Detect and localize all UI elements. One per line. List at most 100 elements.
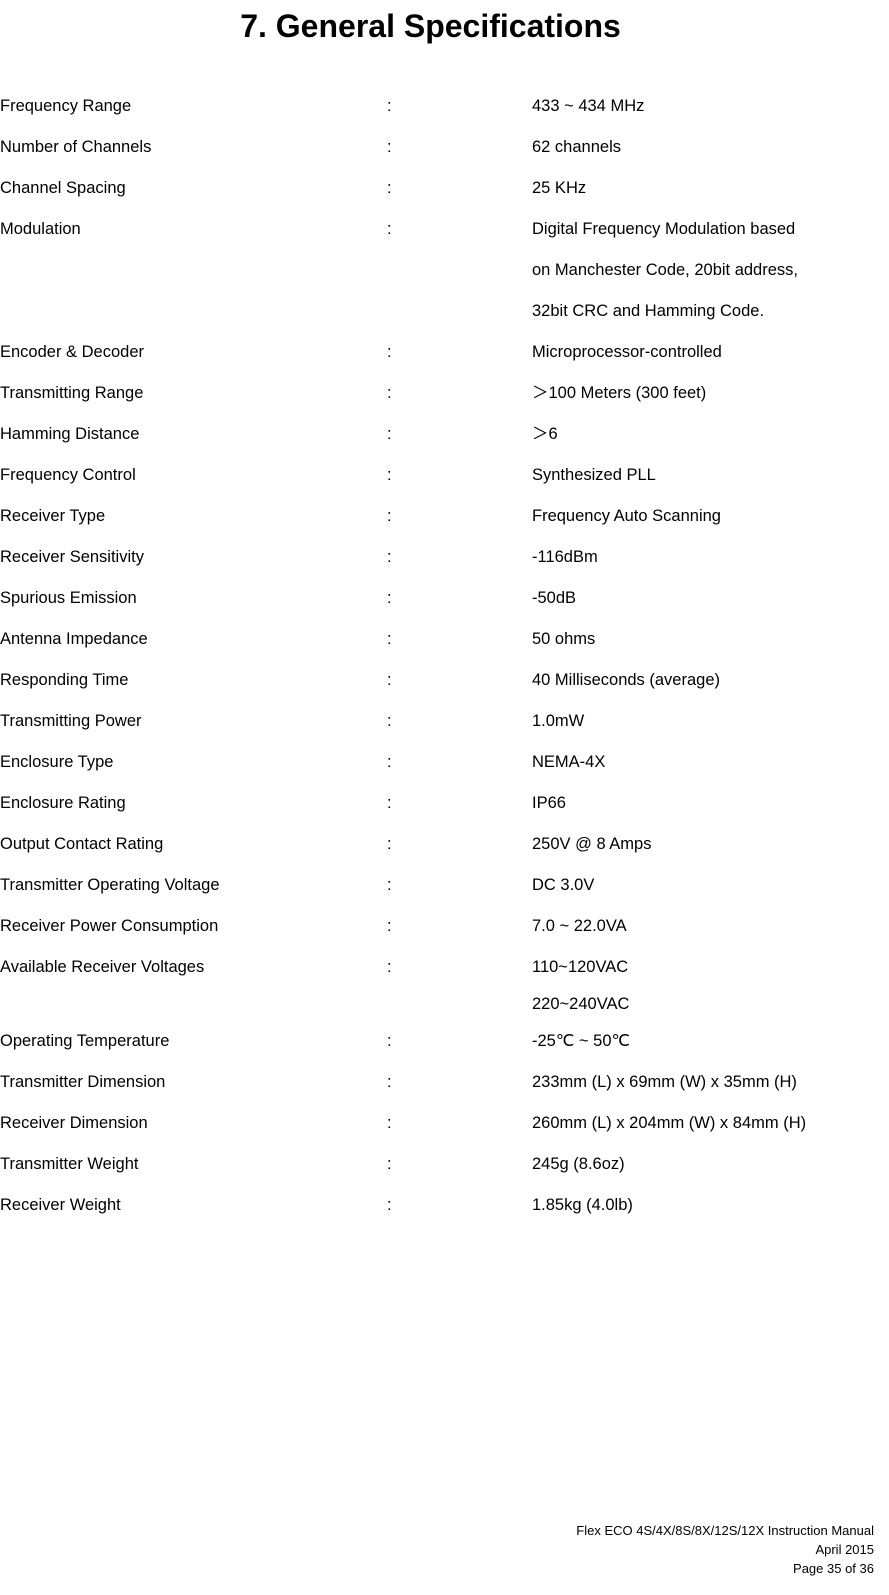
spec-label: Transmitting Power <box>0 712 142 730</box>
spec-separator: : <box>387 917 392 935</box>
spec-value: 7.0 ~ 22.0VA <box>532 906 889 947</box>
spec-label: Enclosure Rating <box>0 794 126 812</box>
spec-value: Synthesized PLL <box>532 455 889 496</box>
spec-value: IP66 <box>532 783 889 824</box>
spec-label: Receiver Dimension <box>0 1114 148 1132</box>
footer-date: April 2015 <box>815 1542 874 1557</box>
spec-value-line: Synthesized PLL <box>532 466 656 484</box>
spec-value-line: 50 ohms <box>532 630 596 648</box>
spec-row: Enclosure Type: NEMA-4X <box>0 742 889 783</box>
spec-value: 433 ~ 434 MHz <box>532 86 889 127</box>
spec-label: Receiver Type <box>0 507 106 525</box>
spec-separator: : <box>387 835 392 853</box>
spec-separator: : <box>387 1155 392 1173</box>
spec-value-line: 260mm (L) x 204mm (W) x 84mm (H) <box>532 1114 807 1132</box>
spec-value-line: 1.0mW <box>532 712 585 730</box>
spec-separator: : <box>387 876 392 894</box>
spec-row: Operating Temperature: -25℃ ~ 50℃ <box>0 1021 889 1062</box>
spec-value: 1.85kg (4.0lb) <box>532 1185 889 1226</box>
spec-separator: : <box>387 138 392 156</box>
spec-value: 50 ohms <box>532 619 889 660</box>
spec-value-line: -25℃ ~ 50℃ <box>532 1032 631 1050</box>
page-title: 7. General Specifications <box>240 8 621 44</box>
footer-page-number: Page 35 of 36 <box>793 1561 874 1576</box>
spec-value-line: 32bit CRC and Hamming Code. <box>532 302 765 320</box>
spec-value-line: 40 Milliseconds (average) <box>532 671 721 689</box>
spec-value: 250V @ 8 Amps <box>532 824 889 865</box>
spec-value: 40 Milliseconds (average) <box>532 660 889 701</box>
spec-value-line: 250V @ 8 Amps <box>532 835 652 853</box>
spec-separator: : <box>387 97 392 115</box>
spec-label: Frequency Control <box>0 466 136 484</box>
spec-value-line: IP66 <box>532 794 566 812</box>
spec-separator: : <box>387 179 392 197</box>
spec-value-line: 7.0 ~ 22.0VA <box>532 917 627 935</box>
spec-label: Encoder & Decoder <box>0 343 144 361</box>
spec-value-line: 433 ~ 434 MHz <box>532 97 645 115</box>
spec-label: Transmitter Dimension <box>0 1073 166 1091</box>
spec-separator: : <box>387 384 392 402</box>
spec-row: Available Receiver Voltages: 110~120VAC 22… <box>0 947 889 1021</box>
spec-value-line: 233mm (L) x 69mm (W) x 35mm (H) <box>532 1073 797 1091</box>
spec-separator: : <box>387 1196 392 1214</box>
spec-label: Enclosure Type <box>0 753 114 771</box>
spec-value-line: 110~120VAC <box>532 958 629 976</box>
spec-value-line: ＞6 <box>532 425 558 443</box>
spec-value: ＞6 <box>532 414 889 455</box>
spec-value: NEMA-4X <box>532 742 889 783</box>
spec-separator: : <box>387 220 392 238</box>
spec-value: 1.0mW <box>532 701 889 742</box>
spec-value-line: 220~240VAC <box>532 995 630 1013</box>
spec-separator: : <box>387 1073 392 1091</box>
spec-row: Receiver Weight: 1.85kg (4.0lb) <box>0 1185 889 1226</box>
spec-value: Frequency Auto Scanning <box>532 496 889 537</box>
spec-separator: : <box>387 343 392 361</box>
spec-label: Transmitting Range <box>0 384 144 402</box>
spec-row: Number of Channels: 62 channels <box>0 127 889 168</box>
spec-value: 62 channels <box>532 127 889 168</box>
spec-label: Responding Time <box>0 671 129 689</box>
spec-row: Enclosure Rating: IP66 <box>0 783 889 824</box>
spec-separator: : <box>387 958 392 976</box>
spec-value-line: DC 3.0V <box>532 876 595 894</box>
spec-label: Receiver Weight <box>0 1196 121 1214</box>
spec-value-line: NEMA-4X <box>532 753 606 771</box>
spec-separator: : <box>387 548 392 566</box>
spec-row: Frequency Range: 433 ~ 434 MHz <box>0 86 889 127</box>
spec-label: Operating Temperature <box>0 1032 170 1050</box>
spec-label: Antenna Impedance <box>0 630 148 648</box>
spec-separator: : <box>387 630 392 648</box>
spec-row: Encoder & Decoder: Microprocessor-control… <box>0 332 889 373</box>
spec-value-line: on Manchester Code, 20bit address, <box>532 261 798 279</box>
spec-label: Receiver Power Consumption <box>0 917 219 935</box>
spec-separator: : <box>387 466 392 484</box>
spec-separator: : <box>387 1114 392 1132</box>
spec-label: Channel Spacing <box>0 179 126 197</box>
spec-row: Frequency Control: Synthesized PLL <box>0 455 889 496</box>
spec-separator: : <box>387 753 392 771</box>
spec-separator: : <box>387 794 392 812</box>
spec-row: Responding Time: 40 Milliseconds (average… <box>0 660 889 701</box>
spec-separator: : <box>387 507 392 525</box>
spec-value: 260mm (L) x 204mm (W) x 84mm (H) <box>532 1103 889 1144</box>
spec-row: Receiver Dimension: 260mm (L) x 204mm (W)… <box>0 1103 889 1144</box>
spec-value: Microprocessor-controlled <box>532 332 889 373</box>
spec-value-line: -50dB <box>532 589 577 607</box>
spec-row: Spurious Emission: -50dB <box>0 578 889 619</box>
spec-row: Hamming Distance: ＞6 <box>0 414 889 455</box>
spec-label: Transmitter Weight <box>0 1155 139 1173</box>
document-page: 7. General Specifications Frequency Rang… <box>0 0 889 1595</box>
spec-row: Transmitting Power: 1.0mW <box>0 701 889 742</box>
spec-row: Transmitter Operating Voltage: DC 3.0V <box>0 865 889 906</box>
spec-separator: : <box>387 1032 392 1050</box>
spec-row: Output Contact Rating: 250V @ 8 Amps <box>0 824 889 865</box>
spec-value: 25 KHz <box>532 168 889 209</box>
spec-value: 110~120VAC 220~240VAC <box>532 947 889 1021</box>
spec-value: -50dB <box>532 578 889 619</box>
spec-label: Modulation <box>0 220 81 238</box>
spec-row: Antenna Impedance: 50 ohms <box>0 619 889 660</box>
spec-value: -116dBm <box>532 537 889 578</box>
spec-row: Transmitter Weight: 245g (8.6oz) <box>0 1144 889 1185</box>
spec-value: -25℃ ~ 50℃ <box>532 1021 889 1062</box>
spec-label: Available Receiver Voltages <box>0 958 205 976</box>
